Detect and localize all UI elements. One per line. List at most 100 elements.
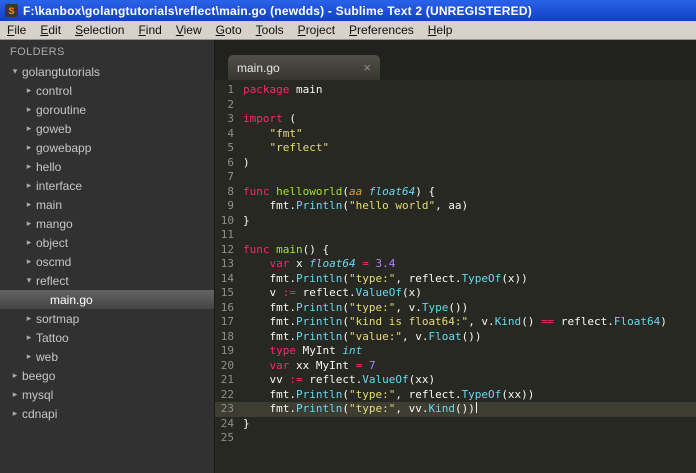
line-number: 16 <box>220 300 234 314</box>
menu-preferences[interactable]: Preferences <box>342 21 421 39</box>
sidebar-item-mango[interactable]: ▸ mango <box>0 214 214 233</box>
code-line-16[interactable]: 16 fmt.Println("type:", v.Type()) <box>215 301 696 316</box>
code-line-23[interactable]: 23 fmt.Println("type:", vv.Kind()) <box>215 402 696 417</box>
triangle-collapsed-icon[interactable]: ▸ <box>22 351 36 362</box>
tree-item-label: control <box>36 83 73 98</box>
sidebar-item-tattoo[interactable]: ▸ Tattoo <box>0 328 214 347</box>
code-line-5[interactable]: 5 "reflect" <box>215 141 696 156</box>
line-content: fmt.Println("value:", v.Float()) <box>243 329 482 343</box>
code-line-7[interactable]: 7 <box>215 170 696 185</box>
folder-tree: ▾ golangtutorials ▸ control ▸ goroutine ▸ goweb… <box>0 62 214 423</box>
line-number: 7 <box>227 170 234 183</box>
sidebar-item-sortmap[interactable]: ▸ sortmap <box>0 309 214 328</box>
line-content: var x float64 = 3.4 <box>269 257 396 270</box>
triangle-collapsed-icon[interactable]: ▸ <box>22 256 36 267</box>
menu-selection[interactable]: Selection <box>68 21 131 39</box>
triangle-collapsed-icon[interactable]: ▸ <box>8 389 22 400</box>
triangle-collapsed-icon[interactable]: ▸ <box>22 104 36 115</box>
menu-edit[interactable]: Edit <box>33 21 68 39</box>
line-number: 22 <box>220 387 234 401</box>
triangle-expanded-icon[interactable]: ▾ <box>22 275 36 286</box>
sidebar-item-mysql[interactable]: ▸ mysql <box>0 385 214 404</box>
triangle-expanded-icon[interactable]: ▾ <box>8 66 22 77</box>
menu-find[interactable]: Find <box>131 21 168 39</box>
code-line-3[interactable]: 3 import ( <box>215 112 696 127</box>
code-line-14[interactable]: 14 fmt.Println("type:", reflect.TypeOf(x… <box>215 272 696 287</box>
line-number: 17 <box>220 315 234 328</box>
code-line-17[interactable]: 17 fmt.Println("kind is float64:", v.Kin… <box>215 315 696 330</box>
sidebar-item-main[interactable]: ▸ main <box>0 195 214 214</box>
triangle-collapsed-icon[interactable]: ▸ <box>8 408 22 419</box>
sidebar-item-golangtutorials[interactable]: ▾ golangtutorials <box>0 62 214 81</box>
triangle-collapsed-icon[interactable]: ▸ <box>22 85 36 96</box>
sidebar-item-main-go[interactable]: main.go <box>0 290 214 309</box>
sidebar-item-gowebapp[interactable]: ▸ gowebapp <box>0 138 214 157</box>
code-line-2[interactable]: 2 <box>215 98 696 113</box>
tab-main-go[interactable]: main.go × <box>228 55 380 80</box>
triangle-collapsed-icon[interactable]: ▸ <box>22 199 36 210</box>
code-line-12[interactable]: 12 func main() { <box>215 243 696 258</box>
code-line-6[interactable]: 6) <box>215 156 696 171</box>
triangle-collapsed-icon[interactable]: ▸ <box>22 161 36 172</box>
line-number: 18 <box>220 329 234 343</box>
sidebar-item-object[interactable]: ▸ object <box>0 233 214 252</box>
code-line-15[interactable]: 15 v := reflect.ValueOf(x) <box>215 286 696 301</box>
code-line-1[interactable]: 1 package main <box>215 83 696 98</box>
menu-project[interactable]: Project <box>291 21 342 39</box>
triangle-collapsed-icon[interactable]: ▸ <box>22 218 36 229</box>
line-number: 11 <box>220 228 234 241</box>
line-number: 21 <box>220 373 234 386</box>
menu-bar: File Edit Selection Find View Goto Tools Projec… <box>0 21 696 40</box>
line-content: "reflect" <box>269 141 330 154</box>
menu-file[interactable]: File <box>0 21 33 39</box>
line-number: 1 <box>227 83 234 96</box>
code-line-19[interactable]: 19 type MyInt int <box>215 344 696 359</box>
menu-help[interactable]: Help <box>421 21 460 39</box>
code-line-25[interactable]: 25 <box>215 431 696 446</box>
tab-close-icon[interactable]: × <box>363 61 371 74</box>
line-content: var xx MyInt = 7 <box>269 358 376 372</box>
triangle-collapsed-icon[interactable]: ▸ <box>22 142 36 153</box>
tree-item-label: golangtutorials <box>22 64 101 79</box>
line-content: fmt.Println("hello world", aa) <box>243 199 469 212</box>
line-number: 3 <box>227 112 234 125</box>
triangle-collapsed-icon[interactable]: ▸ <box>22 332 36 343</box>
sidebar-item-goroutine[interactable]: ▸ goroutine <box>0 100 214 119</box>
code-line-13[interactable]: 13 var x float64 = 3.4 <box>215 257 696 272</box>
code-line-18[interactable]: 18 fmt.Println("value:", v.Float()) <box>215 330 696 345</box>
line-number: 9 <box>227 199 234 212</box>
sidebar-item-control[interactable]: ▸ control <box>0 81 214 100</box>
sidebar-item-beego[interactable]: ▸ beego <box>0 366 214 385</box>
triangle-collapsed-icon[interactable]: ▸ <box>22 237 36 248</box>
tree-item-label: interface <box>36 178 83 193</box>
code-line-21[interactable]: 21 vv := reflect.ValueOf(xx) <box>215 373 696 388</box>
code-line-24[interactable]: 24} <box>215 417 696 432</box>
code-line-20[interactable]: 20 var xx MyInt = 7 <box>215 359 696 374</box>
sidebar-item-interface[interactable]: ▸ interface <box>0 176 214 195</box>
menu-goto[interactable]: Goto <box>209 21 249 39</box>
triangle-collapsed-icon[interactable]: ▸ <box>22 313 36 324</box>
sidebar-item-oscmd[interactable]: ▸ oscmd <box>0 252 214 271</box>
line-number: 13 <box>220 257 234 270</box>
code-line-22[interactable]: 22 fmt.Println("type:", reflect.TypeOf(x… <box>215 388 696 403</box>
code-area[interactable]: 1 package main 2 3 import (4 "fmt" 5 "reflect… <box>215 80 696 473</box>
folders-header: FOLDERS <box>10 46 65 58</box>
tree-item-label: sortmap <box>36 311 80 326</box>
sidebar-item-web[interactable]: ▸ web <box>0 347 214 366</box>
triangle-collapsed-icon[interactable]: ▸ <box>22 180 36 191</box>
window-title: F:\kanbox\golangtutorials\reflect\main.g… <box>23 3 532 18</box>
sidebar-item-goweb[interactable]: ▸ goweb <box>0 119 214 138</box>
code-line-4[interactable]: 4 "fmt" <box>215 127 696 142</box>
sidebar-item-cdnapi[interactable]: ▸ cdnapi <box>0 404 214 423</box>
code-line-9[interactable]: 9 fmt.Println("hello world", aa) <box>215 199 696 214</box>
triangle-collapsed-icon[interactable]: ▸ <box>8 370 22 381</box>
menu-tools[interactable]: Tools <box>249 21 291 39</box>
code-line-11[interactable]: 11 <box>215 228 696 243</box>
triangle-collapsed-icon[interactable]: ▸ <box>22 123 36 134</box>
menu-view[interactable]: View <box>169 21 209 39</box>
code-line-8[interactable]: 8 func helloworld(aa float64) { <box>215 185 696 200</box>
sidebar-item-reflect[interactable]: ▾ reflect <box>0 271 214 290</box>
title-bar[interactable]: S F:\kanbox\golangtutorials\reflect\main… <box>0 0 696 21</box>
sidebar-item-hello[interactable]: ▸ hello <box>0 157 214 176</box>
code-line-10[interactable]: 10} <box>215 214 696 229</box>
